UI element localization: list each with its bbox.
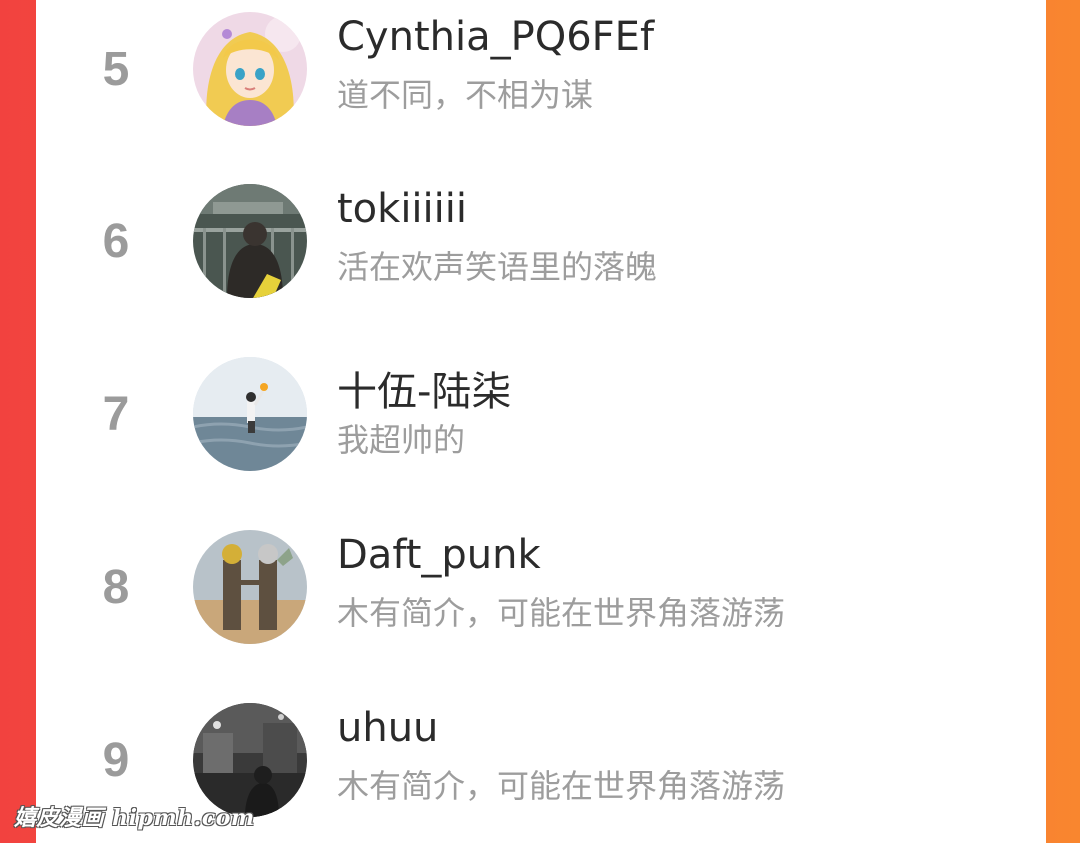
username[interactable]: uhuu [337, 705, 438, 751]
anime-girl-avatar-icon[interactable] [193, 12, 307, 126]
two-figures-avatar-icon[interactable] [193, 530, 307, 644]
leaderboard-row[interactable]: 8 Daft_punk 木有简介，可能在世界角落游荡 [36, 518, 1046, 668]
leaderboard-row[interactable]: 5 Cynthia_PQ6FEf 道不同，不相为谋 [36, 0, 1046, 150]
user-bio: 我超帅的 [337, 421, 466, 459]
rank-number: 6 [102, 215, 130, 268]
leaderboard-panel: 5 Cynthia_PQ6FEf 道不同，不相为谋 6 tokiiiiii 活在… [36, 0, 1046, 843]
rank-number: 9 [102, 734, 130, 787]
username[interactable]: Cynthia_PQ6FEf [337, 14, 654, 60]
rank-number: 8 [102, 561, 130, 614]
username[interactable]: Daft_punk [337, 532, 541, 578]
leaderboard-row[interactable]: 7 十伍-陆柒 我超帅的 [36, 345, 1046, 495]
user-bio: 木有简介，可能在世界角落游荡 [337, 767, 786, 805]
user-bio: 活在欢声笑语里的落魄 [337, 248, 658, 286]
rank-number: 5 [102, 43, 130, 96]
leaderboard-row[interactable]: 6 tokiiiiii 活在欢声笑语里的落魄 [36, 172, 1046, 322]
rank-number: 7 [102, 388, 130, 441]
sea-torch-avatar-icon[interactable] [193, 357, 307, 471]
user-bio: 木有简介，可能在世界角落游荡 [337, 594, 786, 632]
bridge-railing-avatar-icon[interactable] [193, 184, 307, 298]
username[interactable]: 十伍-陆柒 [337, 359, 511, 417]
username[interactable]: tokiiiiii [337, 186, 467, 232]
site-watermark: 嬉皮漫画 hipmh.com [14, 805, 255, 831]
user-bio: 道不同，不相为谋 [337, 76, 594, 114]
